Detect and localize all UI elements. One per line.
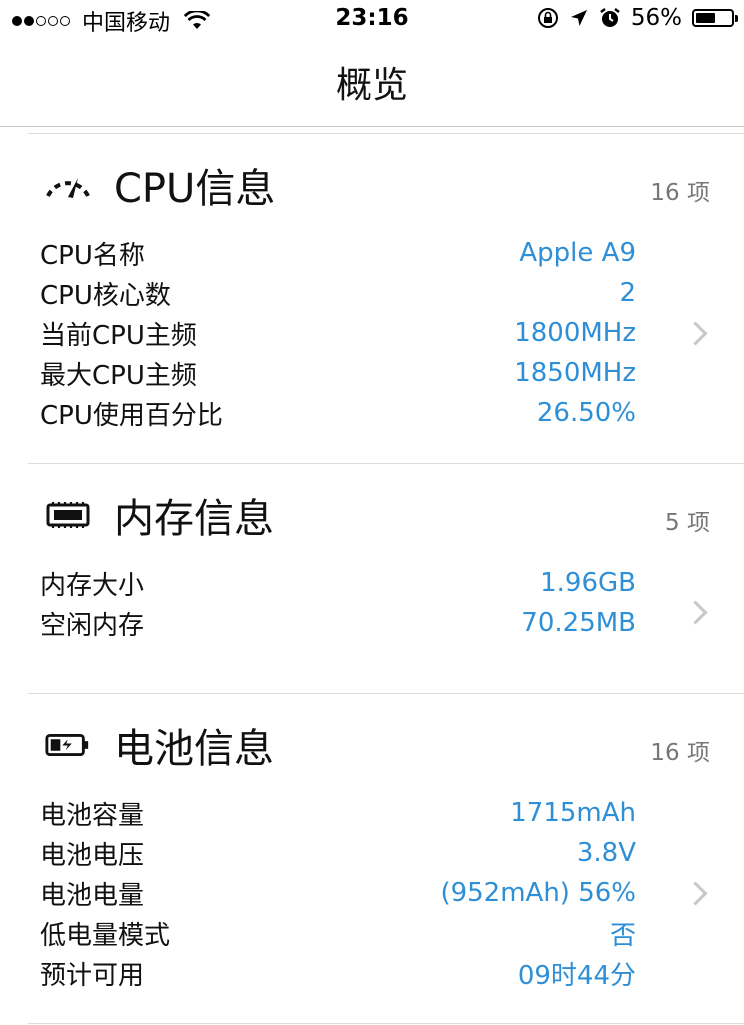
status-bar: 中国移动 23:16 56%	[0, 0, 744, 40]
section-header: 内存信息	[44, 485, 274, 545]
page-title: 概览	[335, 65, 408, 106]
item-value: 否	[609, 920, 636, 951]
battery-percent: 56%	[630, 5, 682, 31]
location-arrow-icon	[570, 10, 587, 26]
chevron-right-icon[interactable]	[683, 600, 708, 625]
list-item: 低电量模式 否	[40, 913, 636, 953]
memory-chip-icon	[44, 499, 92, 531]
item-label: 电池电量	[40, 880, 145, 911]
list-item: 电池电量 (952mAh) 56%	[40, 873, 636, 913]
item-label: CPU名称	[40, 240, 145, 271]
info-list: 内存大小 1.96GB 空闲内存 70.25MB	[40, 563, 636, 643]
section-title: 电池信息	[114, 726, 274, 772]
item-label: 内存大小	[40, 570, 145, 601]
section-count: 16 项	[650, 740, 710, 766]
item-label: 电池容量	[40, 800, 145, 831]
item-value: (952mAh) 56%	[440, 878, 636, 908]
battery-charging-icon	[44, 729, 92, 761]
item-label: 低电量模式	[40, 920, 171, 951]
nav-divider	[0, 126, 744, 127]
item-value: Apple A9	[519, 238, 636, 268]
item-label: 当前CPU主频	[40, 320, 197, 351]
item-value: 70.25MB	[521, 608, 636, 638]
list-item: 电池容量 1715mAh	[40, 793, 636, 833]
item-value: 3.8V	[576, 838, 636, 868]
list-item: CPU使用百分比 26.50%	[40, 393, 636, 433]
navigation-bar: 概览	[0, 40, 744, 126]
list-item: 空闲内存 70.25MB	[40, 603, 636, 643]
list-item: CPU名称 Apple A9	[40, 233, 636, 273]
list-item: 电池电压 3.8V	[40, 833, 636, 873]
list-top-divider	[28, 133, 744, 134]
item-value: 1800MHz	[514, 318, 636, 348]
section-battery[interactable]: 电池信息 16 项 电池容量 1715mAh 电池电压 3.8V 电池电量 (952m…	[0, 715, 744, 1025]
list-item: 最大CPU主频 1850MHz	[40, 353, 636, 393]
item-value: 09时44分	[517, 960, 636, 991]
section-header: CPU信息	[44, 155, 275, 215]
status-right: 56%	[537, 5, 738, 31]
battery-icon	[692, 9, 738, 27]
item-label: 空闲内存	[40, 610, 145, 641]
item-value: 1.96GB	[540, 568, 636, 598]
item-value: 1850MHz	[514, 358, 636, 388]
item-label: CPU核心数	[40, 280, 171, 311]
item-value: 2	[619, 278, 636, 308]
list-item: 内存大小 1.96GB	[40, 563, 636, 603]
info-list: 电池容量 1715mAh 电池电压 3.8V 电池电量 (952mAh) 56% 低电…	[40, 793, 636, 993]
section-divider	[28, 693, 744, 694]
section-cpu[interactable]: CPU信息 16 项 CPU名称 Apple A9 CPU核心数 2 当前CPU主频…	[0, 155, 744, 465]
section-count: 16 项	[650, 180, 710, 206]
chevron-right-icon[interactable]	[683, 321, 708, 346]
alarm-icon	[600, 8, 620, 27]
speedometer-icon	[44, 169, 92, 201]
chevron-right-icon[interactable]	[683, 881, 708, 906]
item-value: 26.50%	[536, 398, 636, 428]
section-memory[interactable]: 内存信息 5 项 内存大小 1.96GB 空闲内存 70.25MB	[0, 485, 744, 690]
item-label: CPU使用百分比	[40, 400, 223, 431]
item-label: 预计可用	[40, 960, 145, 991]
section-header: 电池信息	[44, 715, 274, 775]
section-divider	[28, 1023, 744, 1024]
item-value: 1715mAh	[510, 798, 636, 828]
list-item: 当前CPU主频 1800MHz	[40, 313, 636, 353]
info-list: CPU名称 Apple A9 CPU核心数 2 当前CPU主频 1800MHz 最大C…	[40, 233, 636, 433]
item-label: 最大CPU主频	[40, 360, 197, 391]
section-divider	[28, 463, 744, 464]
battery-fill	[696, 13, 715, 23]
list-item: 预计可用 09时44分	[40, 953, 636, 993]
list-item: CPU核心数 2	[40, 273, 636, 313]
section-title: CPU信息	[114, 166, 276, 212]
orientation-lock-icon	[537, 8, 558, 28]
section-count: 5 项	[665, 510, 710, 536]
section-title: 内存信息	[114, 496, 274, 542]
item-label: 电池电压	[40, 840, 145, 871]
